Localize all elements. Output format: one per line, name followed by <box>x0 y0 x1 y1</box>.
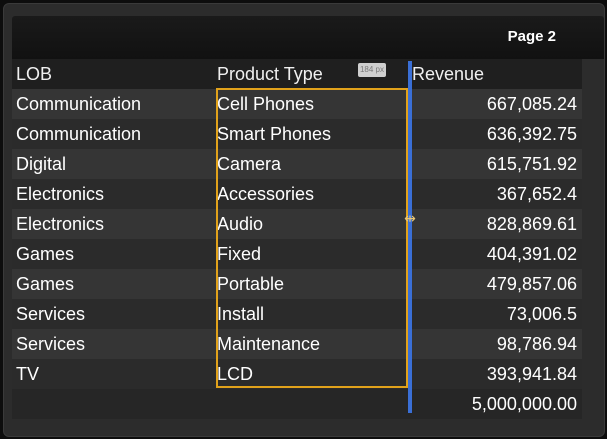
total-row: 5,000,000.00 <box>12 389 582 419</box>
cell-product-type[interactable]: Camera <box>217 149 281 179</box>
cell-revenue: 367,652.4 <box>496 184 577 204</box>
table-row[interactable]: Communication Cell Phones 667,085.24 <box>12 89 582 119</box>
cell-lob: Electronics <box>16 184 105 204</box>
cell-product-type[interactable]: Audio <box>217 209 263 239</box>
cell-revenue: 667,085.24 <box>486 94 577 114</box>
cell-lob: Communication <box>16 124 142 144</box>
cell-revenue: 479,857.06 <box>486 274 577 294</box>
cell-lob: Services <box>16 334 86 354</box>
cell-lob: Digital <box>16 154 67 174</box>
column-header-revenue[interactable]: Revenue <box>412 59 484 89</box>
cell-lob: Games <box>16 274 75 294</box>
column-width-badge: 184 px <box>358 63 386 77</box>
cell-product-type[interactable]: Accessories <box>217 179 314 209</box>
cell-product-type[interactable]: Cell Phones <box>217 89 314 119</box>
cell-revenue: 404,391.02 <box>486 244 577 264</box>
column-resize-handle[interactable] <box>408 61 412 413</box>
cell-product-type[interactable]: Maintenance <box>217 329 320 359</box>
total-revenue: 5,000,000.00 <box>471 394 577 414</box>
report-frame: Page 2 LOB Product Type 184 px Revenue C… <box>3 3 605 437</box>
table-row[interactable]: Services Install 73,006.5 <box>12 299 582 329</box>
page-label: Page 2 <box>507 28 556 45</box>
cell-revenue: 73,006.5 <box>506 304 577 324</box>
table-row[interactable]: Electronics Audio 828,869.61 <box>12 209 582 239</box>
cell-product-type[interactable]: Fixed <box>217 239 261 269</box>
cell-lob: Services <box>16 304 86 324</box>
table-row[interactable]: Services Maintenance 98,786.94 <box>12 329 582 359</box>
table-row[interactable]: Communication Smart Phones 636,392.75 <box>12 119 582 149</box>
table-row[interactable]: Digital Camera 615,751.92 <box>12 149 582 179</box>
cell-product-type[interactable]: Install <box>217 299 264 329</box>
cell-product-type[interactable]: Smart Phones <box>217 119 331 149</box>
table-header-row: LOB Product Type 184 px Revenue <box>12 59 582 89</box>
resize-horizontal-icon: ⇹ <box>404 210 416 226</box>
table-row[interactable]: Games Fixed 404,391.02 <box>12 239 582 269</box>
cell-revenue: 98,786.94 <box>496 334 577 354</box>
cell-lob: Electronics <box>16 214 105 234</box>
column-header-product-type[interactable]: Product Type <box>217 59 323 89</box>
cell-revenue: 615,751.92 <box>486 154 577 174</box>
cell-lob: Communication <box>16 94 142 114</box>
cell-lob: Games <box>16 244 75 264</box>
table-row[interactable]: Games Portable 479,857.06 <box>12 269 582 299</box>
cell-revenue: 636,392.75 <box>486 124 577 144</box>
cell-lob: TV <box>16 364 40 384</box>
cell-product-type[interactable]: Portable <box>217 269 284 299</box>
page-header: Page 2 <box>12 16 604 59</box>
table-row[interactable]: TV LCD 393,941.84 <box>12 359 582 389</box>
column-header-lob[interactable]: LOB <box>16 59 52 89</box>
cell-revenue: 393,941.84 <box>486 364 577 384</box>
cell-product-type[interactable]: LCD <box>217 359 253 389</box>
cell-revenue: 828,869.61 <box>486 214 577 234</box>
revenue-table: LOB Product Type 184 px Revenue Communic… <box>12 59 582 419</box>
table-row[interactable]: Electronics Accessories 367,652.4 <box>12 179 582 209</box>
